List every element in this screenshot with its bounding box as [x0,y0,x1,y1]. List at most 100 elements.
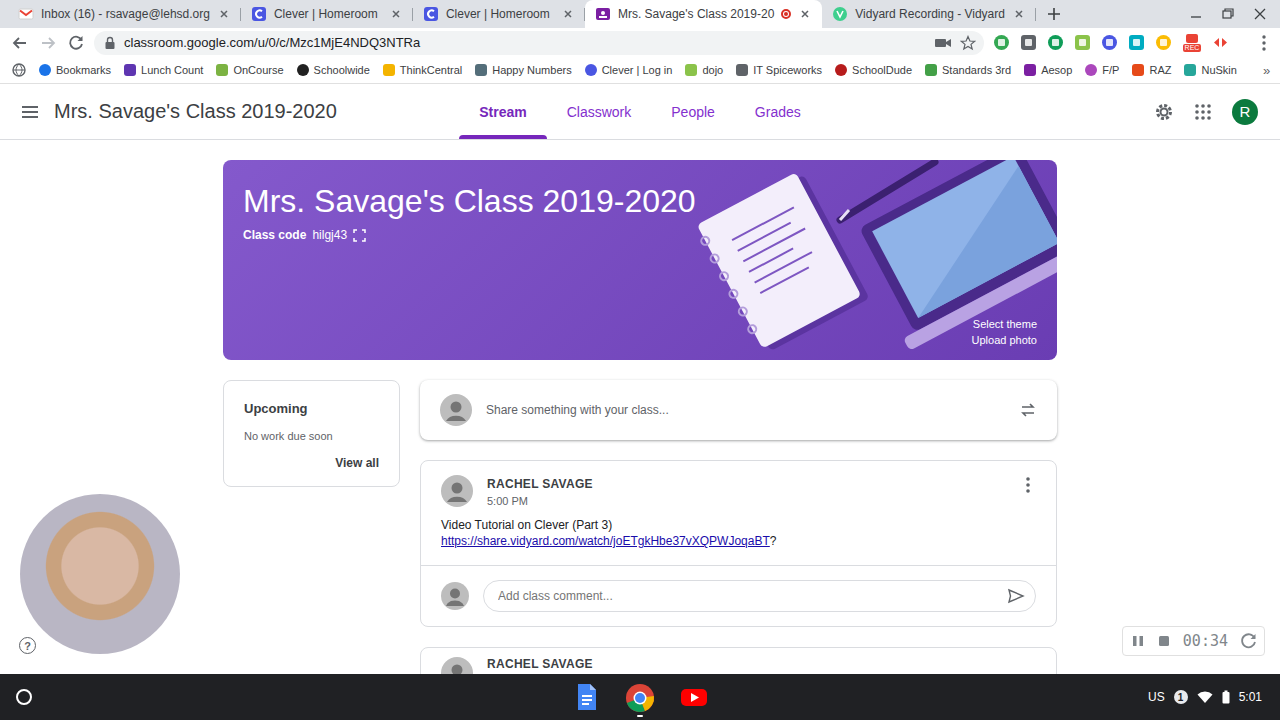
post-meta: RACHEL SAVAGE [487,657,1036,671]
bookmark-label: Lunch Count [141,64,203,76]
tab-label: Clever | Homeroom [446,7,554,21]
back-icon[interactable] [10,33,30,53]
browser-tab[interactable]: Mrs. Savage's Class 2019-20 [585,0,822,28]
bookmark-label: Happy Numbers [492,64,571,76]
pause-icon[interactable] [1131,634,1145,648]
view-all-link[interactable]: View all [244,456,379,470]
nav-tab[interactable]: Classwork [547,84,652,139]
nav-tab-label: Classwork [567,104,632,120]
nav-tab[interactable]: People [651,84,735,139]
close-icon[interactable] [217,7,231,21]
browser-tab[interactable]: Vidyard Recording - Vidyard [822,0,1036,28]
banner-title: Mrs. Savage's Class 2019-2020 [243,182,1037,220]
chrome-app[interactable] [624,682,656,717]
posts-column: Share something with your class... RACHEL… [420,380,1057,674]
extension-icon[interactable] [1154,33,1173,52]
window-close-icon[interactable] [1246,0,1274,28]
apps-icon[interactable] [12,63,26,77]
banner-link[interactable]: Upload photo [972,334,1037,346]
camera-icon[interactable] [934,36,952,50]
bookmark-label: F/P [1102,64,1119,76]
address-bar[interactable]: classroom.google.com/u/0/c/Mzc1MjE4NDQ3N… [94,31,984,55]
extension-icon[interactable] [1100,33,1119,52]
hamburger-icon[interactable] [20,102,40,122]
docs-icon[interactable] [570,681,602,713]
browser-tab[interactable]: Clever | Homeroom [241,0,413,28]
send-icon[interactable] [1007,587,1025,605]
rec-extension[interactable]: REC [1181,33,1203,52]
stop-icon[interactable] [1157,634,1171,648]
bookmark[interactable]: dojo [685,64,723,76]
bookmark[interactable]: Schoolwide [297,64,370,76]
bookmark[interactable]: NuSkin [1184,64,1236,76]
browser-tab[interactable]: Inbox (16) - rsavage@lehsd.org [8,0,241,28]
browser-tab[interactable]: Clever | Homeroom [413,0,585,28]
google-apps-icon[interactable] [1194,103,1212,121]
bookmark-label: ThinkCentral [400,64,462,76]
bookmark[interactable]: Bookmarks [39,64,111,76]
minimize-icon[interactable] [1182,0,1210,28]
status-area[interactable]: US15:01 [710,690,1268,704]
restore-icon[interactable] [1214,0,1242,28]
close-icon[interactable] [389,7,403,21]
fullscreen-icon[interactable] [353,229,366,242]
screencast-extension-icon[interactable] [1211,33,1230,52]
more-options-icon[interactable] [1020,475,1036,495]
share-box[interactable]: Share something with your class... [420,380,1057,440]
extension-icon[interactable] [1019,33,1038,52]
bookmark-favicon [685,64,697,76]
banner-link[interactable]: Select theme [973,318,1037,330]
tab-strip: Inbox (16) - rsavage@lehsd.orgClever | H… [0,0,1280,28]
repost-icon[interactable] [1019,401,1037,419]
wifi-icon [1197,690,1213,704]
bookmark-favicon [39,64,51,76]
bookmark-favicon [1024,64,1036,76]
reload-icon[interactable] [66,33,86,53]
bookmark[interactable]: F/P [1085,64,1119,76]
upcoming-title: Upcoming [244,401,379,416]
extension-icon[interactable] [1127,33,1146,52]
close-icon[interactable] [1012,7,1026,21]
star-icon[interactable] [960,35,976,51]
gear-icon[interactable] [1154,102,1174,122]
post-author: RACHEL SAVAGE [487,477,1006,491]
user-avatar-icon [440,394,472,426]
post-link[interactable]: https://share.vidyard.com/watch/joETgkHb… [441,534,770,548]
comment-field [483,580,1036,612]
forward-icon[interactable] [38,33,58,53]
close-icon[interactable] [561,7,575,21]
shelf-left [12,687,570,707]
nav-tab[interactable]: Stream [459,84,546,139]
extension-icon[interactable] [1046,33,1065,52]
account-avatar[interactable]: R [1232,99,1258,125]
class-code: hilgj43 [312,228,347,242]
rec-badge: REC [1183,44,1202,52]
bookmark[interactable]: Clever | Log in [585,64,673,76]
bookmark[interactable]: IT Spiceworks [736,64,822,76]
comment-input[interactable] [496,588,1007,604]
bookmark[interactable]: Happy Numbers [475,64,571,76]
bookmark-label: SchoolDude [852,64,912,76]
bookmark[interactable]: ThinkCentral [383,64,462,76]
bookmark[interactable]: RAZ [1132,64,1171,76]
class-title[interactable]: Mrs. Savage's Class 2019-2020 [54,100,337,123]
extension-icon[interactable] [992,33,1011,52]
bookmark[interactable]: Standards 3rd [925,64,1011,76]
restart-icon[interactable] [1240,632,1258,650]
launcher-icon[interactable] [14,687,34,707]
post-link-row: https://share.vidyard.com/watch/joETgkHb… [441,533,1036,549]
extension-icon[interactable] [1073,33,1092,52]
new-tab-icon[interactable] [1040,0,1068,28]
bookmark[interactable]: OnCourse [216,64,283,76]
bookmark[interactable]: SchoolDude [835,64,912,76]
close-icon[interactable] [798,7,812,21]
help-button[interactable]: ? [19,637,36,654]
stream-column: Mrs. Savage's Class 2019-2020Class codeh… [223,160,1057,674]
bookmark[interactable]: Aesop [1024,64,1072,76]
nav-tab[interactable]: Grades [735,84,821,139]
youtube-icon[interactable] [678,681,710,713]
bookmark-favicon [736,64,748,76]
menu-icon[interactable] [1256,33,1272,53]
bookmark[interactable]: Lunch Count [124,64,203,76]
more-bookmarks[interactable]: » [1263,63,1270,78]
